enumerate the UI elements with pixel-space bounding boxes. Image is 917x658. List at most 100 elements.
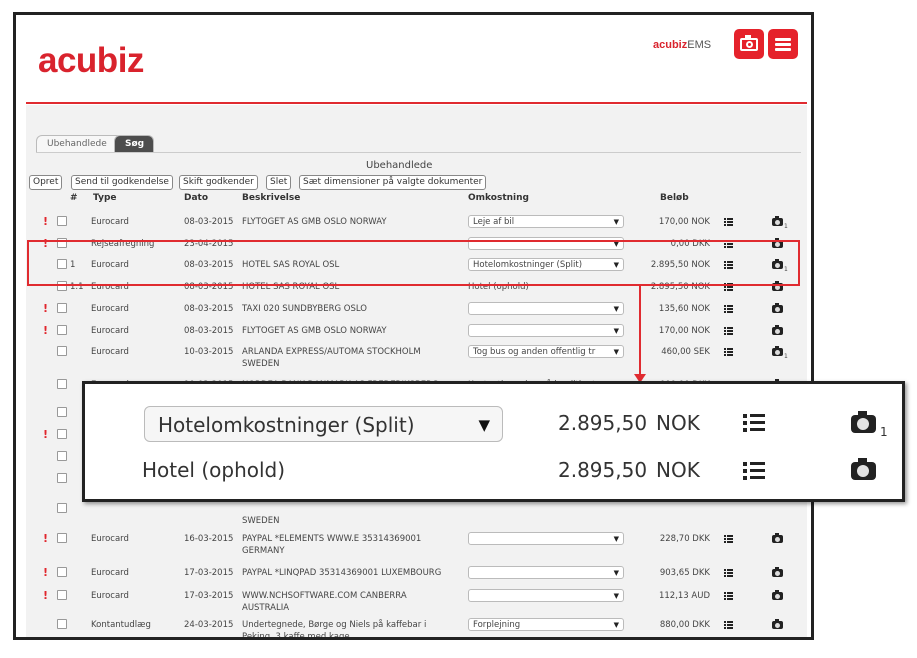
- tab-ubehandlede[interactable]: Ubehandlede: [36, 135, 122, 152]
- attachment-count: 1: [784, 223, 788, 230]
- app-header: acubiz acubizEMS: [26, 15, 807, 105]
- list-icon[interactable]: [724, 327, 733, 335]
- row-date: 24-03-2015: [184, 620, 234, 630]
- camera-icon[interactable]: [772, 567, 783, 577]
- zoom-currency-1: NOK: [656, 411, 700, 435]
- row-amount: 170,00 NOK: [658, 217, 710, 227]
- row-checkbox[interactable]: [57, 533, 67, 543]
- cost-select[interactable]: ▼: [468, 589, 624, 602]
- row-amount: 880,00 DKK: [659, 620, 710, 630]
- cost-select[interactable]: Tog bus og anden offentlig tr ▼: [468, 345, 624, 358]
- list-icon[interactable]: [724, 569, 733, 577]
- list-icon[interactable]: [724, 535, 733, 543]
- camera-icon[interactable]: [851, 411, 876, 433]
- menu-button[interactable]: [768, 29, 798, 59]
- send-til-godkendelse-button[interactable]: Send til godkendelse: [71, 175, 173, 190]
- col-cost[interactable]: Omkostning: [468, 193, 529, 203]
- camera-icon[interactable]: [772, 590, 783, 600]
- row-checkbox[interactable]: [57, 379, 67, 389]
- list-icon[interactable]: [724, 592, 733, 600]
- row-date: 08-03-2015: [184, 217, 234, 227]
- col-type[interactable]: Type: [93, 193, 116, 203]
- list-icon[interactable]: [724, 621, 733, 629]
- table-row[interactable]: ! Eurocard 17-03-2015 WWW.NCHSOFTWARE.COM C…: [26, 589, 796, 613]
- slet-button[interactable]: Slet: [266, 175, 292, 190]
- dropdown-arrow-icon: ▼: [478, 416, 490, 434]
- zoom-callout: Hotelomkostninger (Split) ▼ 2.895,50 NOK…: [82, 381, 905, 502]
- table-row[interactable]: SWEDEN: [26, 503, 796, 526]
- col-desc[interactable]: Beskrivelse: [242, 193, 300, 203]
- opret-button[interactable]: Opret: [29, 175, 63, 190]
- skift-godkender-button[interactable]: Skift godkender: [179, 175, 258, 190]
- camera-icon[interactable]: [851, 458, 876, 480]
- zoom-cost-select[interactable]: Hotelomkostninger (Split) ▼: [144, 406, 503, 442]
- col-num: #: [70, 193, 78, 203]
- row-description: WWW.NCHSOFTWARE.COM CANBERRA: [242, 591, 407, 601]
- ems-logo-brand: acubiz: [653, 39, 688, 51]
- table-row[interactable]: ! Eurocard 08-03-2015 FLYTOGET AS GMB OSLO …: [26, 215, 796, 236]
- col-amount[interactable]: Beløb: [660, 193, 689, 203]
- row-checkbox[interactable]: [57, 567, 67, 577]
- camera-icon[interactable]: [772, 216, 783, 226]
- list-icon[interactable]: [724, 305, 733, 313]
- cost-select-value: Tog bus og anden offentlig tr: [473, 347, 596, 357]
- cost-select-value: Leje af bil: [473, 217, 515, 227]
- warning-flag: !: [43, 324, 49, 337]
- table-row[interactable]: Kontantudlæg 24-03-2015 Undertegnede, Børg…: [26, 618, 796, 637]
- row-description: Undertegnede, Børge og Niels på kaffebar…: [242, 620, 427, 630]
- table-row[interactable]: ! Eurocard 08-03-2015 FLYTOGET AS GMB OSLO …: [26, 324, 796, 345]
- cost-select[interactable]: ▼: [468, 566, 624, 579]
- warning-flag: !: [43, 566, 49, 579]
- list-icon[interactable]: [724, 348, 733, 356]
- list-icon[interactable]: [743, 462, 765, 480]
- zoom-cost-select-value: Hotelomkostninger (Split): [158, 413, 415, 437]
- camera-icon[interactable]: [772, 533, 783, 543]
- camera-button[interactable]: [734, 29, 764, 59]
- tab-soeg[interactable]: Søg: [114, 135, 154, 152]
- header-divider: [26, 102, 807, 104]
- camera-icon[interactable]: [772, 325, 783, 335]
- cost-select[interactable]: ▼: [468, 302, 624, 315]
- table-row[interactable]: ! Eurocard 08-03-2015 TAXI 020 SUNDBYBERG O…: [26, 302, 796, 323]
- row-checkbox[interactable]: [57, 216, 67, 226]
- saet-dimensioner-button[interactable]: Sæt dimensioner på valgte dokumenter: [299, 175, 487, 190]
- row-checkbox[interactable]: [57, 473, 67, 483]
- row-type: Eurocard: [91, 534, 129, 544]
- warning-flag: !: [43, 428, 49, 441]
- row-type: Kontantudlæg: [91, 620, 151, 630]
- row-checkbox[interactable]: [57, 619, 67, 629]
- col-date[interactable]: Dato: [184, 193, 208, 203]
- camera-icon[interactable]: [772, 303, 783, 313]
- row-checkbox[interactable]: [57, 325, 67, 335]
- zoom-currency-2: NOK: [656, 458, 700, 482]
- cost-select[interactable]: ▼: [468, 324, 624, 337]
- list-icon[interactable]: [743, 414, 765, 432]
- camera-icon[interactable]: [772, 619, 783, 629]
- zoom-cost-text: Hotel (ophold): [142, 458, 286, 482]
- table-row[interactable]: ! Eurocard 17-03-2015 PAYPAL *LINQPAD 35314…: [26, 566, 796, 587]
- table-row[interactable]: ! Eurocard 16-03-2015 PAYPAL *ELEMENTS WWW.…: [26, 532, 796, 556]
- row-description: TAXI 020 SUNDBYBERG OSLO: [242, 304, 367, 314]
- attachment-count: 1: [784, 353, 788, 360]
- row-checkbox[interactable]: [57, 346, 67, 356]
- row-checkbox[interactable]: [57, 503, 67, 513]
- cost-select[interactable]: ▼: [468, 532, 624, 545]
- row-description-line2: SWEDEN: [242, 359, 280, 369]
- row-amount: 112,13 AUD: [658, 591, 710, 601]
- row-checkbox[interactable]: [57, 590, 67, 600]
- split-rows-highlight: [27, 240, 800, 286]
- table-row[interactable]: Eurocard 10-03-2015 ARLANDA EXPRESS/AUTOMA…: [26, 345, 796, 369]
- row-type: Eurocard: [91, 591, 129, 601]
- row-amount: 135,60 NOK: [658, 304, 710, 314]
- row-checkbox[interactable]: [57, 451, 67, 461]
- cost-select[interactable]: Forplejning ▼: [468, 618, 624, 631]
- cost-select[interactable]: Leje af bil ▼: [468, 215, 624, 228]
- row-checkbox[interactable]: [57, 429, 67, 439]
- row-checkbox[interactable]: [57, 407, 67, 417]
- list-icon[interactable]: [724, 218, 733, 226]
- cost-select-value: Forplejning: [473, 620, 521, 630]
- tab-divider: [36, 152, 801, 153]
- camera-icon[interactable]: [772, 346, 783, 356]
- row-checkbox[interactable]: [57, 303, 67, 313]
- row-amount: 903,65 DKK: [659, 568, 710, 578]
